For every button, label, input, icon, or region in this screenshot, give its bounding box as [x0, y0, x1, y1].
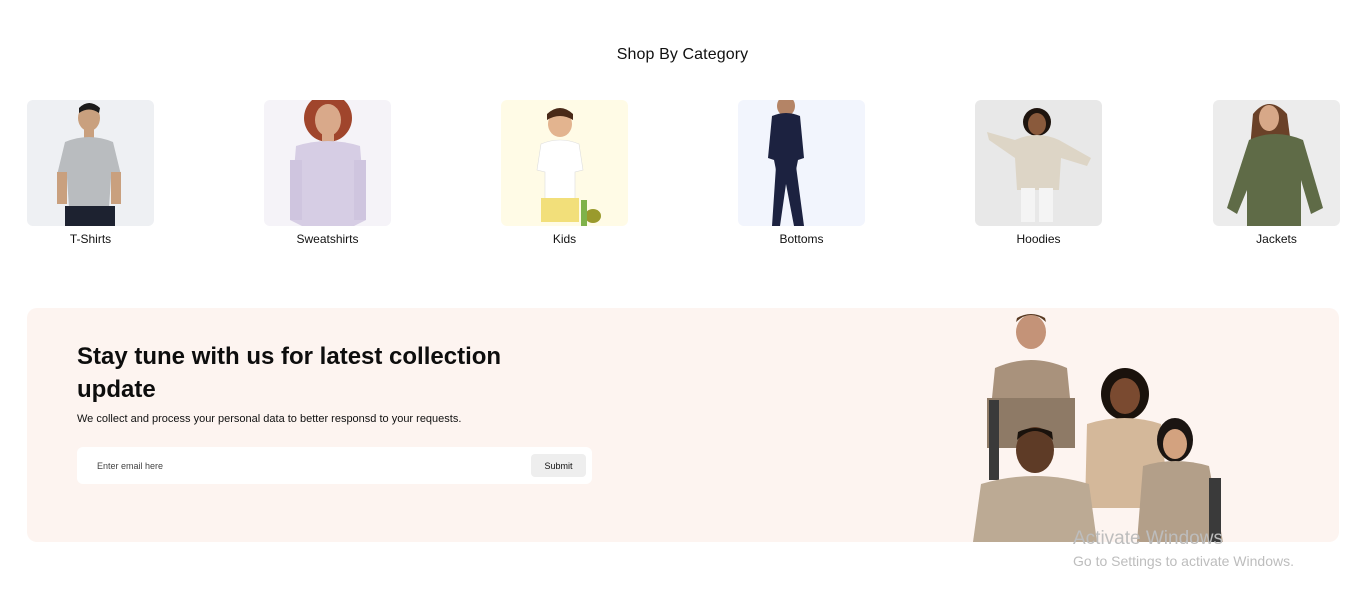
bottoms-model-illustration	[738, 100, 865, 226]
sweatshirt-model-photo[interactable]	[264, 100, 391, 226]
newsletter-banner: Stay tune with us for latest collection …	[27, 308, 1339, 542]
category-card-tshirts[interactable]: T-Shirts	[27, 100, 154, 246]
bottoms-model-photo[interactable]	[738, 100, 865, 226]
section-title: Shop By Category	[616, 46, 749, 63]
newsletter-form: Submit	[77, 447, 592, 484]
jackets-model-photo[interactable]	[1213, 100, 1340, 226]
category-label[interactable]: Sweatshirts	[264, 232, 391, 246]
newsletter-heading: Stay tune with us for latest collection …	[77, 343, 502, 403]
kids-model-illustration	[501, 100, 628, 226]
submit-button[interactable]: Submit	[531, 454, 586, 477]
category-card-kids[interactable]: Kids	[501, 100, 628, 246]
category-list: T-Shirts Sweatshirts Kids Bottoms Hoodie…	[27, 100, 1340, 250]
tshirt-model-illustration	[27, 100, 154, 226]
category-label[interactable]: Bottoms	[738, 232, 865, 246]
kids-model-photo[interactable]	[501, 100, 628, 226]
category-card-hoodies[interactable]: Hoodies	[975, 100, 1102, 246]
category-label[interactable]: Kids	[501, 232, 628, 246]
sweatshirt-model-illustration	[264, 100, 391, 226]
category-label[interactable]: Jackets	[1213, 232, 1340, 246]
newsletter-description: We collect and process your personal dat…	[77, 413, 462, 425]
watermark-line2: Go to Settings to activate Windows.	[1073, 553, 1294, 569]
group-models-photo	[973, 314, 1223, 542]
category-card-jackets[interactable]: Jackets	[1213, 100, 1340, 246]
email-input[interactable]	[89, 455, 509, 476]
category-label[interactable]: Hoodies	[975, 232, 1102, 246]
category-card-bottoms[interactable]: Bottoms	[738, 100, 865, 246]
hoodies-model-illustration	[975, 100, 1102, 226]
category-label[interactable]: T-Shirts	[27, 232, 154, 246]
jackets-model-illustration	[1213, 100, 1340, 226]
hoodies-model-photo[interactable]	[975, 100, 1102, 226]
windows-activation-watermark: Activate Windows Go to Settings to activ…	[1073, 528, 1294, 572]
watermark-line1: Activate Windows	[1073, 528, 1223, 549]
tshirt-model-photo[interactable]	[27, 100, 154, 226]
category-card-sweatshirts[interactable]: Sweatshirts	[264, 100, 391, 246]
